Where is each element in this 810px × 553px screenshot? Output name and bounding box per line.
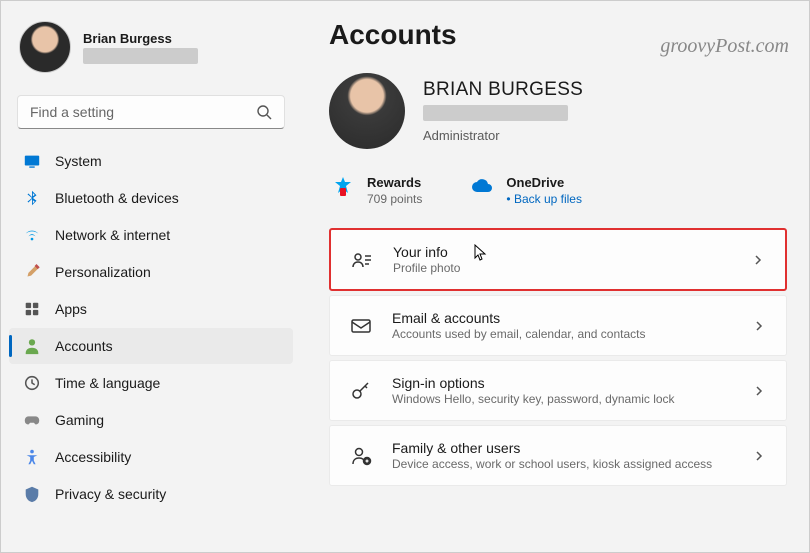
setting-sub: Accounts used by email, calendar, and co…: [392, 327, 732, 341]
nav-accessibility[interactable]: Accessibility: [9, 439, 293, 475]
nav-apps[interactable]: Apps: [9, 291, 293, 327]
setting-email-accounts[interactable]: Email & accounts Accounts used by email,…: [329, 295, 787, 356]
mail-icon: [350, 315, 372, 337]
nav-label: Accessibility: [55, 449, 131, 465]
system-icon: [23, 152, 41, 170]
account-avatar: [329, 73, 405, 149]
setting-title: Your info: [393, 244, 731, 260]
bluetooth-icon: [23, 189, 41, 207]
account-header: BRIAN BURGESS Administrator: [329, 73, 787, 149]
apps-icon: [23, 300, 41, 318]
nav-privacy[interactable]: Privacy & security: [9, 476, 293, 512]
setting-text: Family & other users Device access, work…: [392, 440, 732, 471]
profile-info: Brian Burgess: [83, 31, 198, 64]
people-plus-icon: [350, 445, 372, 467]
profile-name: Brian Burgess: [83, 31, 198, 46]
card-title: Rewards: [367, 175, 422, 190]
account-email-redacted: [423, 105, 568, 121]
sidebar: Brian Burgess System Bluetooth & devices…: [1, 1, 301, 552]
nav-personalization[interactable]: Personalization: [9, 254, 293, 290]
setting-sub: Profile photo: [393, 261, 731, 275]
profile-email-redacted: [83, 48, 198, 64]
nav-bluetooth[interactable]: Bluetooth & devices: [9, 180, 293, 216]
gamepad-icon: [23, 411, 41, 429]
nav: System Bluetooth & devices Network & int…: [9, 143, 293, 512]
clock-icon: [23, 374, 41, 392]
card-text: Rewards 709 points: [367, 175, 422, 206]
nav-time-language[interactable]: Time & language: [9, 365, 293, 401]
shield-icon: [23, 485, 41, 503]
search-input[interactable]: [30, 104, 256, 120]
person-card-icon: [351, 249, 373, 271]
nav-label: Gaming: [55, 412, 104, 428]
paintbrush-icon: [23, 263, 41, 281]
account-role: Administrator: [423, 128, 583, 143]
rewards-icon: [331, 175, 355, 199]
setting-sub: Windows Hello, security key, password, d…: [392, 392, 732, 406]
wifi-icon: [23, 226, 41, 244]
nav-label: Personalization: [55, 264, 151, 280]
setting-sub: Device access, work or school users, kio…: [392, 457, 732, 471]
nav-network[interactable]: Network & internet: [9, 217, 293, 253]
avatar: [19, 21, 71, 73]
setting-text: Sign-in options Windows Hello, security …: [392, 375, 732, 406]
chevron-right-icon: [751, 253, 765, 267]
rewards-card[interactable]: Rewards 709 points: [331, 175, 422, 206]
account-name: BRIAN BURGESS: [423, 79, 583, 101]
chevron-right-icon: [752, 319, 766, 333]
person-icon: [23, 337, 41, 355]
status-cards: Rewards 709 points OneDrive Back up file…: [329, 175, 787, 206]
setting-title: Family & other users: [392, 440, 732, 456]
setting-text: Email & accounts Accounts used by email,…: [392, 310, 732, 341]
setting-family-users[interactable]: Family & other users Device access, work…: [329, 425, 787, 486]
search-icon: [256, 104, 272, 120]
setting-your-info[interactable]: Your info Profile photo: [329, 228, 787, 291]
setting-title: Sign-in options: [392, 375, 732, 391]
key-icon: [350, 380, 372, 402]
main-content: Accounts BRIAN BURGESS Administrator Rew…: [301, 1, 809, 552]
nav-label: Bluetooth & devices: [55, 190, 179, 206]
nav-label: Time & language: [55, 375, 160, 391]
nav-label: Accounts: [55, 338, 113, 354]
nav-system[interactable]: System: [9, 143, 293, 179]
nav-label: Network & internet: [55, 227, 170, 243]
nav-label: Privacy & security: [55, 486, 166, 502]
nav-accounts[interactable]: Accounts: [9, 328, 293, 364]
setting-title: Email & accounts: [392, 310, 732, 326]
nav-gaming[interactable]: Gaming: [9, 402, 293, 438]
cloud-icon: [470, 175, 494, 199]
search-box[interactable]: [17, 95, 285, 129]
nav-label: Apps: [55, 301, 87, 317]
current-user-profile[interactable]: Brian Burgess: [9, 13, 293, 91]
card-text: OneDrive Back up files: [506, 175, 582, 206]
accessibility-icon: [23, 448, 41, 466]
chevron-right-icon: [752, 449, 766, 463]
setting-signin-options[interactable]: Sign-in options Windows Hello, security …: [329, 360, 787, 421]
page-title: Accounts: [329, 19, 787, 51]
card-link[interactable]: Back up files: [506, 192, 582, 206]
card-title: OneDrive: [506, 175, 582, 190]
chevron-right-icon: [752, 384, 766, 398]
setting-text: Your info Profile photo: [393, 244, 731, 275]
settings-list: Your info Profile photo Email & accounts…: [329, 228, 787, 486]
nav-label: System: [55, 153, 102, 169]
account-info: BRIAN BURGESS Administrator: [423, 79, 583, 143]
card-sub: 709 points: [367, 192, 422, 206]
onedrive-card[interactable]: OneDrive Back up files: [470, 175, 582, 206]
